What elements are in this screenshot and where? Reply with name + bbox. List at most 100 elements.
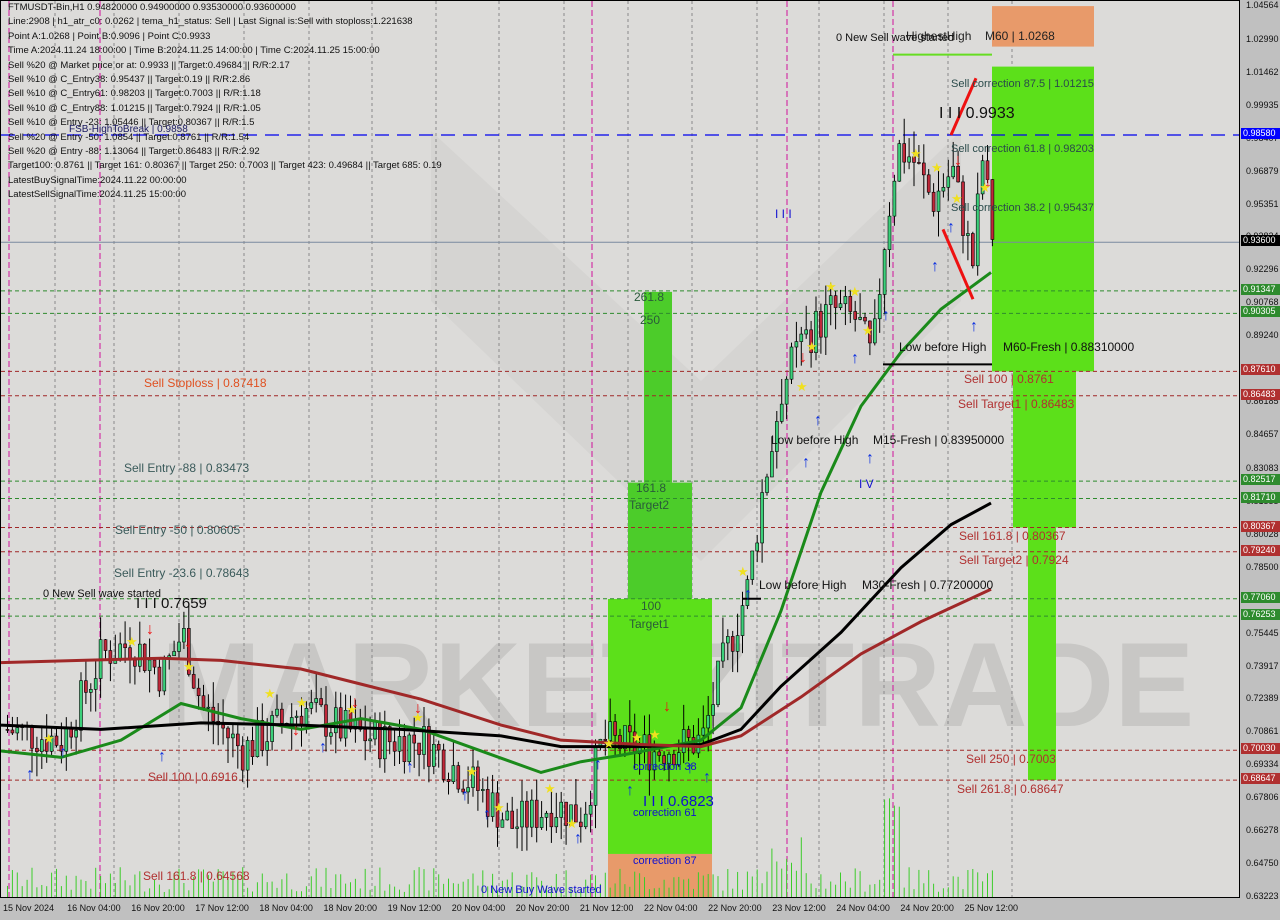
sell-100-label: Sell 100 | 0.8761	[964, 372, 1054, 386]
candle-bullish	[828, 295, 833, 305]
x-tick-label: 17 Nov 12:00	[195, 903, 249, 913]
candle-bullish	[314, 698, 319, 703]
point-c-annotation: I I I 0.9933	[939, 105, 1015, 122]
buy-arrow-icon: ↑	[483, 806, 491, 823]
info-line: Line:2908 | h1_atr_c0: 0.0262 | tema_h1_…	[8, 16, 413, 28]
candle-bullish	[373, 721, 377, 740]
candle-bearish	[236, 733, 240, 747]
buy-arrow-icon: ↑	[26, 766, 34, 783]
buy-arrow-icon: ↑	[882, 307, 890, 324]
candle-bullish	[735, 635, 740, 652]
x-tick-label: 16 Nov 04:00	[67, 903, 121, 913]
signal-star-icon: ★	[566, 816, 578, 831]
candle-bearish	[853, 311, 858, 320]
candle-bearish	[108, 650, 113, 664]
y-tick-label: 0.67806	[1246, 792, 1279, 803]
symbol-ohlc-line: FTMUSDT-Bin,H1 0.94820000 0.94900000 0.9…	[8, 2, 296, 13]
signal-star-icon: ★	[264, 686, 276, 701]
candle-bearish	[833, 295, 838, 308]
candle-bearish	[221, 724, 225, 729]
t-100-annotation: 100	[641, 599, 662, 613]
candle-bullish	[706, 715, 711, 729]
candle-bullish	[333, 707, 338, 734]
m60-high-annotation: M60 | 1.0268	[985, 29, 1055, 43]
t-2618-annotation: 261.8	[634, 290, 665, 304]
y-tick-label: 0.95351	[1246, 198, 1279, 209]
sell-zone-green-2	[1013, 371, 1076, 528]
candle-bullish	[804, 329, 809, 335]
info-line: Sell %10 @ C_Entry61: 0.98203 || Target:…	[8, 88, 261, 100]
candle-bullish	[304, 708, 309, 725]
y-tick-label: 0.83083	[1246, 462, 1279, 473]
time-axis[interactable]	[0, 898, 1280, 920]
x-tick-label: 18 Nov 04:00	[259, 903, 313, 913]
sell-corr-382-annotation: Sell correction 38.2 | 0.95437	[951, 202, 1094, 214]
candle-bullish	[784, 378, 789, 405]
x-tick-label: 20 Nov 20:00	[515, 903, 570, 913]
price-tag: 0.86483	[1241, 388, 1280, 400]
candle-bullish	[138, 643, 142, 667]
price-tag: 0.91347	[1241, 283, 1280, 295]
buy-arrow-icon: ↑	[802, 454, 810, 471]
candle-bearish	[931, 191, 936, 212]
candle-bullish	[725, 636, 730, 644]
candle-bullish	[275, 708, 279, 716]
y-tick-label: 0.84657	[1246, 429, 1279, 440]
price-tag: 0.87610	[1241, 364, 1280, 376]
signal-star-icon: ★	[346, 702, 358, 717]
x-tick-label: 24 Nov 04:00	[836, 903, 890, 913]
y-tick-label: 1.02990	[1246, 33, 1279, 44]
info-line: Sell %20 @ Entry -50: 1.0854 || Target:0…	[8, 131, 250, 143]
candle-bullish	[397, 736, 402, 752]
low-before-high-m30-annotation: Low before High	[759, 578, 847, 592]
candle-bearish	[157, 666, 162, 692]
y-tick-label: 0.64750	[1246, 858, 1279, 869]
candle-bearish	[863, 316, 867, 322]
signal-star-icon: ★	[862, 323, 874, 338]
candle-bearish	[402, 736, 407, 763]
y-tick-label: 0.70861	[1246, 726, 1279, 737]
candle-bullish	[887, 215, 892, 250]
sell-target1-label: Sell Target1 | 0.86483	[958, 397, 1075, 411]
price-tag: 0.79240	[1241, 544, 1280, 556]
candle-bullish	[716, 660, 720, 705]
wave-iv-annotation: I V	[859, 477, 874, 491]
candle-bearish	[436, 743, 441, 751]
candle-bullish	[309, 702, 314, 709]
y-tick-label: 0.89240	[1246, 330, 1279, 341]
candle-bearish	[103, 639, 108, 651]
signal-star-icon: ★	[849, 284, 861, 299]
sell-arrow-icon: ↓	[663, 698, 671, 715]
sell-entry-23-label: Sell Entry -23.6 | 0.78643	[114, 566, 250, 580]
candle-bullish	[554, 817, 559, 828]
candle-bullish	[559, 801, 564, 818]
candle-bullish	[892, 180, 897, 217]
buy-arrow-icon: ↑	[594, 756, 602, 773]
candle-bearish	[201, 695, 206, 708]
candle-bearish	[196, 687, 201, 697]
x-tick-label: 15 Nov 2024	[3, 903, 55, 913]
price-tag: 0.68647	[1241, 773, 1280, 785]
price-tag: 0.82517	[1241, 474, 1280, 486]
candle-bearish	[324, 704, 328, 737]
candle-bearish	[363, 729, 368, 742]
y-tick-label: 0.69334	[1246, 759, 1279, 770]
signal-star-icon: ★	[544, 781, 556, 796]
price-tag: 0.80367	[1241, 520, 1280, 532]
m30-fresh-annotation: M30-Fresh | 0.77200000	[862, 578, 994, 592]
y-tick-label: 1.04564	[1246, 0, 1279, 10]
buy-arrow-icon: ↑	[744, 586, 752, 603]
buy-arrow-icon: ↑	[59, 744, 67, 761]
candle-bullish	[172, 651, 176, 657]
candle-bearish	[30, 725, 34, 749]
candle-bullish	[760, 492, 764, 544]
candle-bullish	[936, 190, 941, 212]
candle-bullish	[368, 738, 372, 742]
low-before-high-m15-annotation: Low before High	[771, 433, 859, 447]
chart-plot-area[interactable]: MARKETZITRADE↑↑↑↑↑↑↑↑↑↑↑↑↑↑↑↑↑↑↑↑↑↓↓↓↓↓↓…	[0, 0, 1240, 898]
buy-arrow-icon: ↑	[703, 769, 711, 786]
watermark-logo	[431, 131, 961, 561]
info-line: Target100: 0.8761 || Target 161: 0.80367…	[8, 160, 442, 172]
info-line: Sell %10 @ Entry -23: 1.05446 || Target:…	[8, 117, 255, 129]
y-tick-label: 0.78500	[1246, 561, 1279, 572]
